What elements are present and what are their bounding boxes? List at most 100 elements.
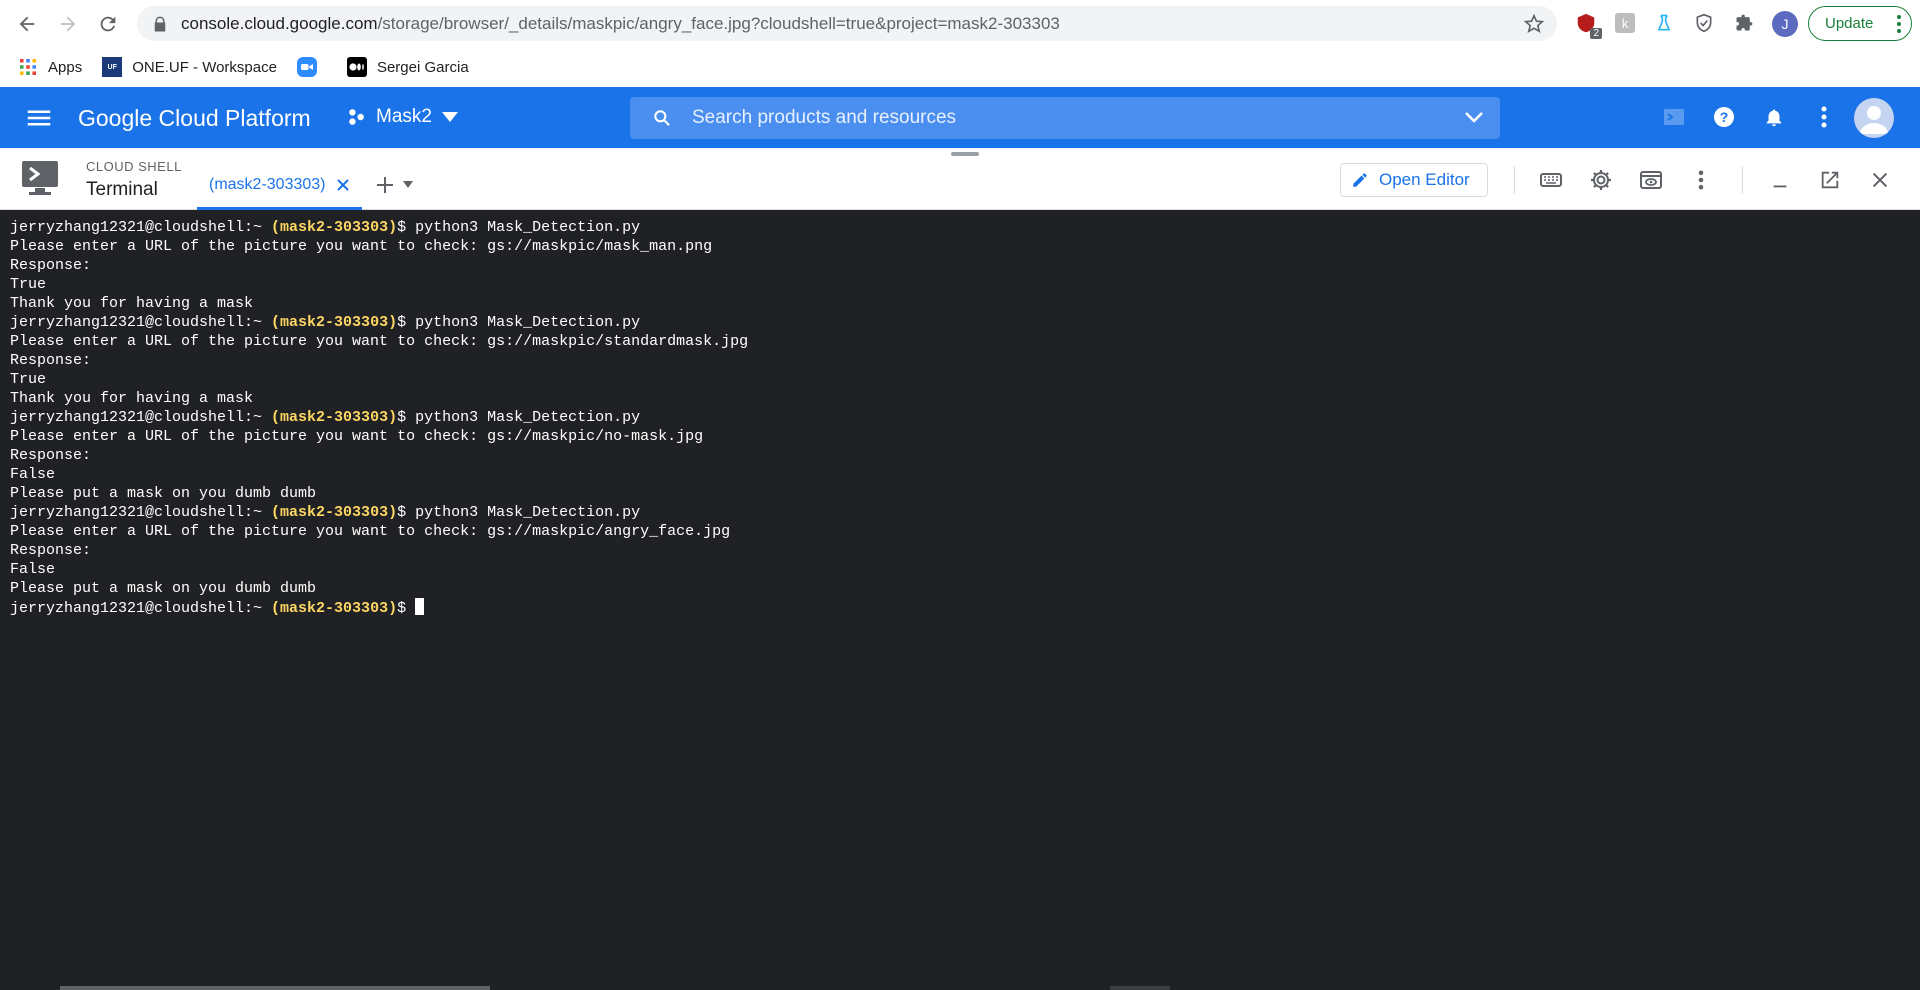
caret-down-icon — [441, 112, 458, 122]
medium-logo-icon — [346, 57, 367, 77]
resize-handle[interactable] — [951, 152, 979, 156]
project-icon — [349, 109, 364, 125]
privacy-extension-icon[interactable] — [1692, 11, 1716, 35]
bookmarks-bar: Apps UF ONE.UF - Workspace Sergei Garcia — [0, 47, 1920, 87]
terminal-output-line: Please put a mask on you dumb dumb — [10, 580, 317, 597]
lock-icon — [154, 16, 166, 31]
open-in-new-icon — [1821, 171, 1839, 189]
back-button[interactable] — [7, 4, 47, 44]
settings-button[interactable] — [1588, 167, 1614, 193]
more-options-button[interactable] — [1811, 104, 1837, 130]
web-preview-icon — [1640, 171, 1662, 189]
update-label: Update — [1825, 15, 1874, 32]
command-text: python3 Mask_Detection.py — [415, 504, 641, 521]
cloud-shell-icon — [22, 161, 58, 195]
bookmark-apps[interactable]: Apps — [18, 57, 82, 77]
caret-down-icon[interactable] — [403, 181, 413, 188]
help-button[interactable]: ? — [1711, 104, 1737, 130]
url-host: console.cloud.google.com — [181, 13, 378, 33]
terminal-output-line: Thank you for having a mask — [10, 295, 254, 312]
reload-button[interactable] — [88, 4, 128, 44]
divider — [1514, 166, 1515, 194]
arrow-left-icon — [19, 16, 35, 32]
prompt-suffix: $ — [397, 314, 416, 331]
gcp-header: Google Cloud Platform Mask2 ? — [0, 87, 1920, 148]
terminal-output-line: True — [10, 276, 47, 293]
cloud-shell-button[interactable] — [1661, 104, 1687, 130]
terminal-output-line: False — [10, 466, 56, 483]
oneuf-logo-icon: UF — [102, 57, 123, 77]
forward-button[interactable] — [48, 4, 88, 44]
prompt-suffix: $ — [397, 409, 416, 426]
minimize-button[interactable] — [1767, 167, 1793, 193]
notifications-button[interactable] — [1761, 104, 1787, 130]
browser-toolbar: console.cloud.google.com/storage/browser… — [0, 0, 1920, 47]
profile-initial: J — [1781, 16, 1789, 32]
web-preview-button[interactable] — [1638, 167, 1664, 193]
ublock-extension-icon[interactable]: 2 — [1574, 11, 1602, 39]
url-text: console.cloud.google.com/storage/browser… — [181, 14, 1060, 34]
bookmark-oneuf[interactable]: UF ONE.UF - Workspace — [102, 57, 277, 77]
gear-icon — [1591, 170, 1611, 190]
profile-avatar[interactable]: J — [1772, 11, 1798, 37]
terminal-output-line: Response: — [10, 447, 92, 464]
user-avatar[interactable] — [1854, 98, 1894, 138]
prompt-user: jerryzhang12321@cloudshell:~ — [10, 504, 272, 521]
search-box[interactable] — [630, 97, 1500, 139]
terminal-output-line: Please enter a URL of the picture you wa… — [10, 523, 731, 540]
more-button[interactable] — [1688, 167, 1714, 193]
k-extension-icon[interactable]: k — [1613, 11, 1637, 35]
prompt-suffix: $ — [397, 504, 416, 521]
menu-icon[interactable] — [24, 103, 54, 133]
minimize-icon — [1773, 185, 1787, 188]
prompt-suffix: $ — [397, 600, 416, 617]
pencil-icon — [1353, 173, 1367, 187]
reload-icon — [100, 16, 116, 32]
terminal-output-line: Please put a mask on you dumb dumb — [10, 485, 317, 502]
prompt-project: (mask2-303303) — [271, 600, 398, 617]
prompt-project: (mask2-303303) — [271, 504, 398, 521]
address-bar[interactable]: console.cloud.google.com/storage/browser… — [137, 6, 1557, 41]
more-vert-icon — [1897, 15, 1901, 33]
keyboard-button[interactable] — [1538, 167, 1564, 193]
more-vert-icon — [1698, 170, 1704, 190]
bookmark-label: Apps — [48, 58, 83, 76]
gcp-title[interactable]: Google Cloud Platform — [78, 105, 311, 132]
svg-text:?: ? — [1720, 109, 1729, 125]
search-input[interactable] — [692, 107, 1392, 129]
open-editor-button[interactable]: Open Editor — [1340, 163, 1488, 197]
close-icon[interactable] — [336, 178, 350, 192]
close-icon — [1872, 172, 1888, 188]
help-icon: ? — [1714, 107, 1734, 127]
project-picker[interactable]: Mask2 — [346, 106, 458, 128]
update-button[interactable]: Update — [1808, 6, 1912, 41]
bookmark-zoom[interactable] — [296, 57, 327, 77]
extension-badge: 2 — [1590, 28, 1602, 39]
terminal-output-line: Response: — [10, 257, 92, 274]
more-vert-icon — [1821, 106, 1827, 128]
terminal-output-line: Please enter a URL of the picture you wa… — [10, 238, 713, 255]
arrow-right-icon — [60, 16, 76, 32]
open-editor-label: Open Editor — [1379, 170, 1470, 189]
chevron-down-icon[interactable] — [1464, 109, 1484, 125]
puzzle-icon — [1736, 14, 1753, 31]
bookmark-sergei-garcia[interactable]: Sergei Garcia — [346, 57, 469, 77]
star-icon[interactable] — [1523, 13, 1545, 35]
terminal-output-line: Please enter a URL of the picture you wa… — [10, 333, 749, 350]
prompt-suffix: $ — [397, 219, 416, 236]
scrollbar-track-segment — [1110, 986, 1170, 990]
bookmark-label: Sergei Garcia — [376, 58, 469, 76]
terminal-tab[interactable]: (mask2-303303) — [197, 172, 362, 210]
close-shell-button[interactable] — [1867, 167, 1893, 193]
terminal-label: Terminal — [86, 179, 158, 200]
plus-icon[interactable] — [375, 175, 395, 195]
extensions-button[interactable] — [1732, 11, 1756, 35]
terminal-output[interactable]: jerryzhang12321@cloudshell:~ (mask2-3033… — [0, 210, 1920, 990]
prompt-user: jerryzhang12321@cloudshell:~ — [10, 409, 272, 426]
horizontal-scrollbar[interactable] — [60, 986, 490, 990]
cloud-shell-caption: CLOUD SHELL — [86, 159, 182, 174]
flask-extension-icon[interactable] — [1652, 11, 1676, 35]
search-icon — [654, 110, 670, 126]
terminal-icon — [1664, 109, 1684, 125]
open-new-window-button[interactable] — [1817, 167, 1843, 193]
